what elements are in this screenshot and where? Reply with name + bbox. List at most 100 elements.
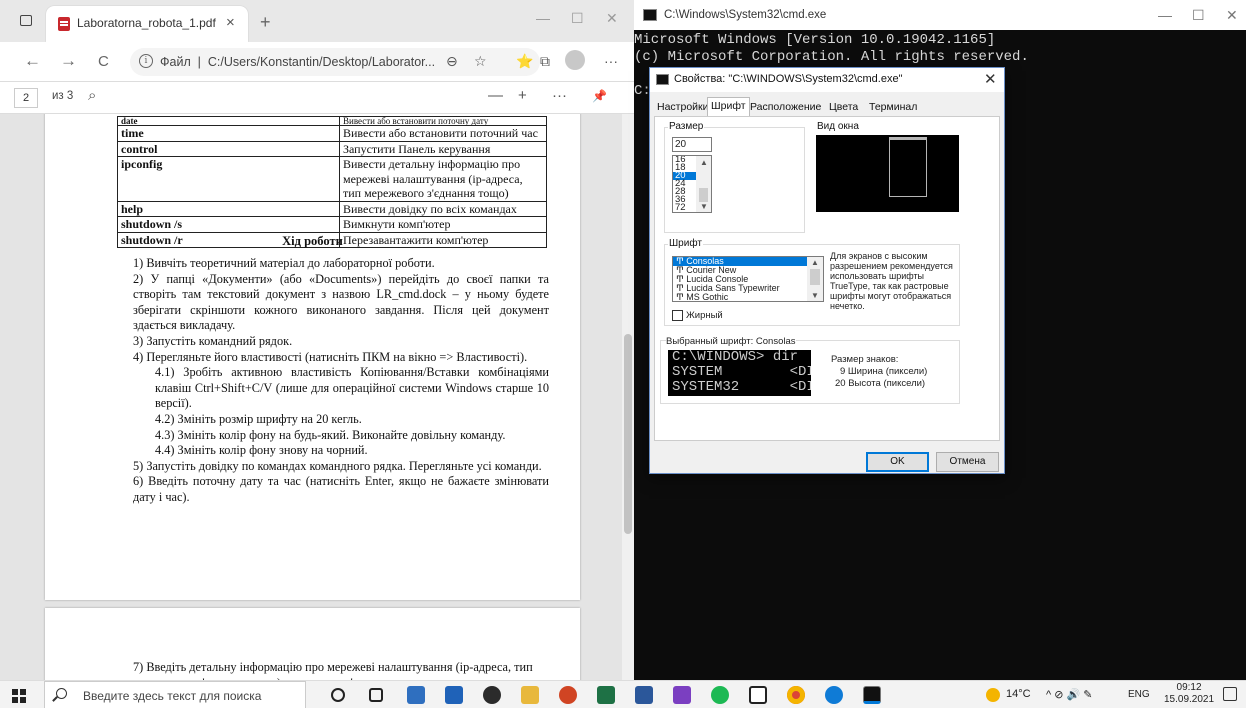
spotify-icon[interactable]: [711, 686, 729, 704]
profile-avatar[interactable]: [565, 50, 585, 70]
clock[interactable]: 09:12 15.09.2021: [1164, 682, 1214, 706]
tab-settings[interactable]: Настройки: [654, 99, 712, 116]
search-icon: [56, 688, 67, 699]
tab-colors[interactable]: Цвета: [826, 99, 861, 116]
font-sample: C:\WINDOWS> dirSYSTEM <DIR>SYSTEM32 <DIR…: [668, 350, 811, 396]
pin-icon[interactable]: 📌: [592, 89, 607, 103]
ok-button[interactable]: OK: [866, 452, 929, 472]
task-view-icon[interactable]: [369, 688, 383, 702]
sample-line: C:\WINDOWS> dir: [672, 350, 799, 365]
step-item: 4) Перегляньте його властивості (натисні…: [133, 349, 528, 364]
dialog-titlebar[interactable]: Свойства: "C:\WINDOWS\System32\cmd.exe" …: [650, 68, 1004, 92]
table-cell-desc: Вивести або встановити поточну дату: [339, 116, 547, 126]
media-icon[interactable]: [483, 686, 501, 704]
table-cell-desc: Вивести або встановити поточний час: [339, 125, 547, 142]
menu-icon[interactable]: ···: [604, 53, 618, 69]
table-cell-cmd: help: [117, 200, 340, 217]
zoom-in-button[interactable]: +: [518, 87, 527, 104]
pdf-search-icon[interactable]: ⌕: [88, 87, 96, 104]
notion-icon[interactable]: [749, 686, 767, 704]
page-count: из 3: [52, 90, 74, 102]
tray-icons[interactable]: ^ ⊘ 🔊 ✎: [1046, 688, 1092, 701]
powerpoint-icon[interactable]: [559, 686, 577, 704]
table-row: help Вивести довідку по всіх командах: [117, 200, 547, 217]
table-row: time Вивести або встановити поточний час: [117, 125, 547, 142]
cortana-icon[interactable]: [331, 688, 345, 702]
font-size-input[interactable]: 20: [672, 137, 712, 152]
cmd-maximize-button[interactable]: ☐: [1192, 7, 1205, 24]
scroll-down-icon[interactable]: ▼: [811, 291, 819, 300]
char-width: 9 Ширина (пиксели): [840, 366, 928, 377]
collections-icon[interactable]: ⧉: [540, 53, 550, 70]
new-tab-button[interactable]: +: [260, 12, 271, 33]
maximize-button[interactable]: ☐: [571, 10, 584, 27]
favorite-star-icon[interactable]: ☆: [474, 53, 487, 70]
cmd-icon[interactable]: [863, 686, 881, 704]
forward-button[interactable]: →: [60, 51, 77, 71]
pdf-viewer[interactable]: date Вивести або встановити поточну дату…: [0, 114, 622, 680]
tab-pdf[interactable]: Laboratorna_robota_1.pdf ×: [46, 6, 248, 42]
store-icon[interactable]: [407, 686, 425, 704]
table-cell-desc: Вимкнути комп'ютер: [339, 216, 547, 233]
reload-button[interactable]: C: [98, 53, 109, 70]
step-item: 4.2) Змініть розмір шрифту на 20 кегль.: [155, 411, 362, 426]
word-icon[interactable]: [635, 686, 653, 704]
bold-checkbox[interactable]: [672, 310, 683, 321]
back-button[interactable]: ←: [24, 51, 41, 71]
visual-studio-icon[interactable]: [673, 686, 691, 704]
step-item: 6) Введіть поточну дату та час (натисніт…: [133, 474, 549, 504]
cmd-minimize-button[interactable]: —: [1158, 7, 1172, 23]
tab-terminal[interactable]: Терминал: [866, 99, 920, 116]
pdf-more-icon[interactable]: ···: [552, 87, 567, 104]
zoom-icon[interactable]: ⊖: [446, 53, 458, 70]
page-number-input[interactable]: 2: [14, 88, 38, 108]
browser-window: Laboratorna_robota_1.pdf × + — ☐ ✕ ← → C…: [0, 0, 634, 680]
cmd-titlebar[interactable]: C:\Windows\System32\cmd.exe — ☐ ✕: [634, 0, 1246, 30]
language-indicator[interactable]: ENG: [1128, 689, 1150, 700]
weather-icon[interactable]: [986, 688, 1000, 702]
tab-font[interactable]: Шрифт: [707, 97, 750, 117]
size-label: Размер: [668, 121, 705, 132]
start-button[interactable]: [12, 689, 26, 703]
dialog-close-icon[interactable]: ✕: [984, 70, 997, 88]
size-list-scrollbar[interactable]: ▲ ▼: [696, 156, 711, 212]
font-list[interactable]: Ͳ Consolas Ͳ Courier New Ͳ Lucida Consol…: [672, 256, 824, 302]
favorites-icon[interactable]: ⭐: [516, 53, 533, 70]
step-item: 4.3) Змініть колір фону на будь-який. Ви…: [155, 427, 506, 442]
font-option[interactable]: Ͳ MS Gothic: [673, 293, 823, 302]
scrollbar-thumb[interactable]: [624, 334, 632, 534]
cancel-button[interactable]: Отмена: [936, 452, 999, 472]
close-button[interactable]: ✕: [606, 10, 618, 27]
scroll-up-icon[interactable]: ▲: [811, 258, 819, 267]
tab-layout[interactable]: Расположение: [747, 99, 824, 116]
scrollbar-thumb[interactable]: [699, 188, 708, 202]
excel-icon[interactable]: [597, 686, 615, 704]
font-list-scrollbar[interactable]: ▲ ▼: [807, 257, 823, 301]
sample-line: SYSTEM32 <DIR>: [672, 379, 811, 395]
mail-icon[interactable]: [445, 686, 463, 704]
minimize-button[interactable]: —: [536, 10, 550, 26]
tab-close-icon[interactable]: ×: [226, 14, 235, 31]
notification-icon[interactable]: [1223, 687, 1237, 701]
sample-line: SYSTEM <DIR>: [672, 364, 811, 380]
char-height: 20 Высота (пиксели): [835, 378, 926, 389]
table-row: ipconfig Вивести детальну інформацію про …: [117, 156, 547, 202]
zoom-out-button[interactable]: —: [488, 87, 503, 104]
explorer-icon[interactable]: [521, 686, 539, 704]
table-cell-desc: Запустити Панель керування: [339, 140, 547, 157]
scroll-up-icon[interactable]: ▲: [700, 158, 708, 167]
scrollbar-thumb[interactable]: [810, 269, 820, 285]
step-item: 3) Запустіть командний рядок.: [133, 333, 293, 348]
chrome-icon[interactable]: [787, 686, 805, 704]
scroll-down-icon[interactable]: ▼: [700, 202, 708, 211]
step-item: 1) Вивчіть теоретичний матеріал до лабор…: [133, 256, 435, 270]
edge-icon[interactable]: [825, 686, 843, 704]
pdf-scrollbar[interactable]: [622, 114, 634, 680]
tab-actions-icon[interactable]: [20, 15, 32, 26]
console-line: (c) Microsoft Corporation. All rights re…: [634, 49, 1029, 65]
weather-temp[interactable]: 14°C: [1006, 688, 1031, 700]
cmd-close-button[interactable]: ✕: [1226, 7, 1238, 24]
taskbar-search[interactable]: Введите здесь текст для поиска: [44, 681, 306, 708]
info-icon[interactable]: i: [139, 54, 153, 68]
browser-tabbar: Laboratorna_robota_1.pdf × + — ☐ ✕: [0, 0, 634, 42]
